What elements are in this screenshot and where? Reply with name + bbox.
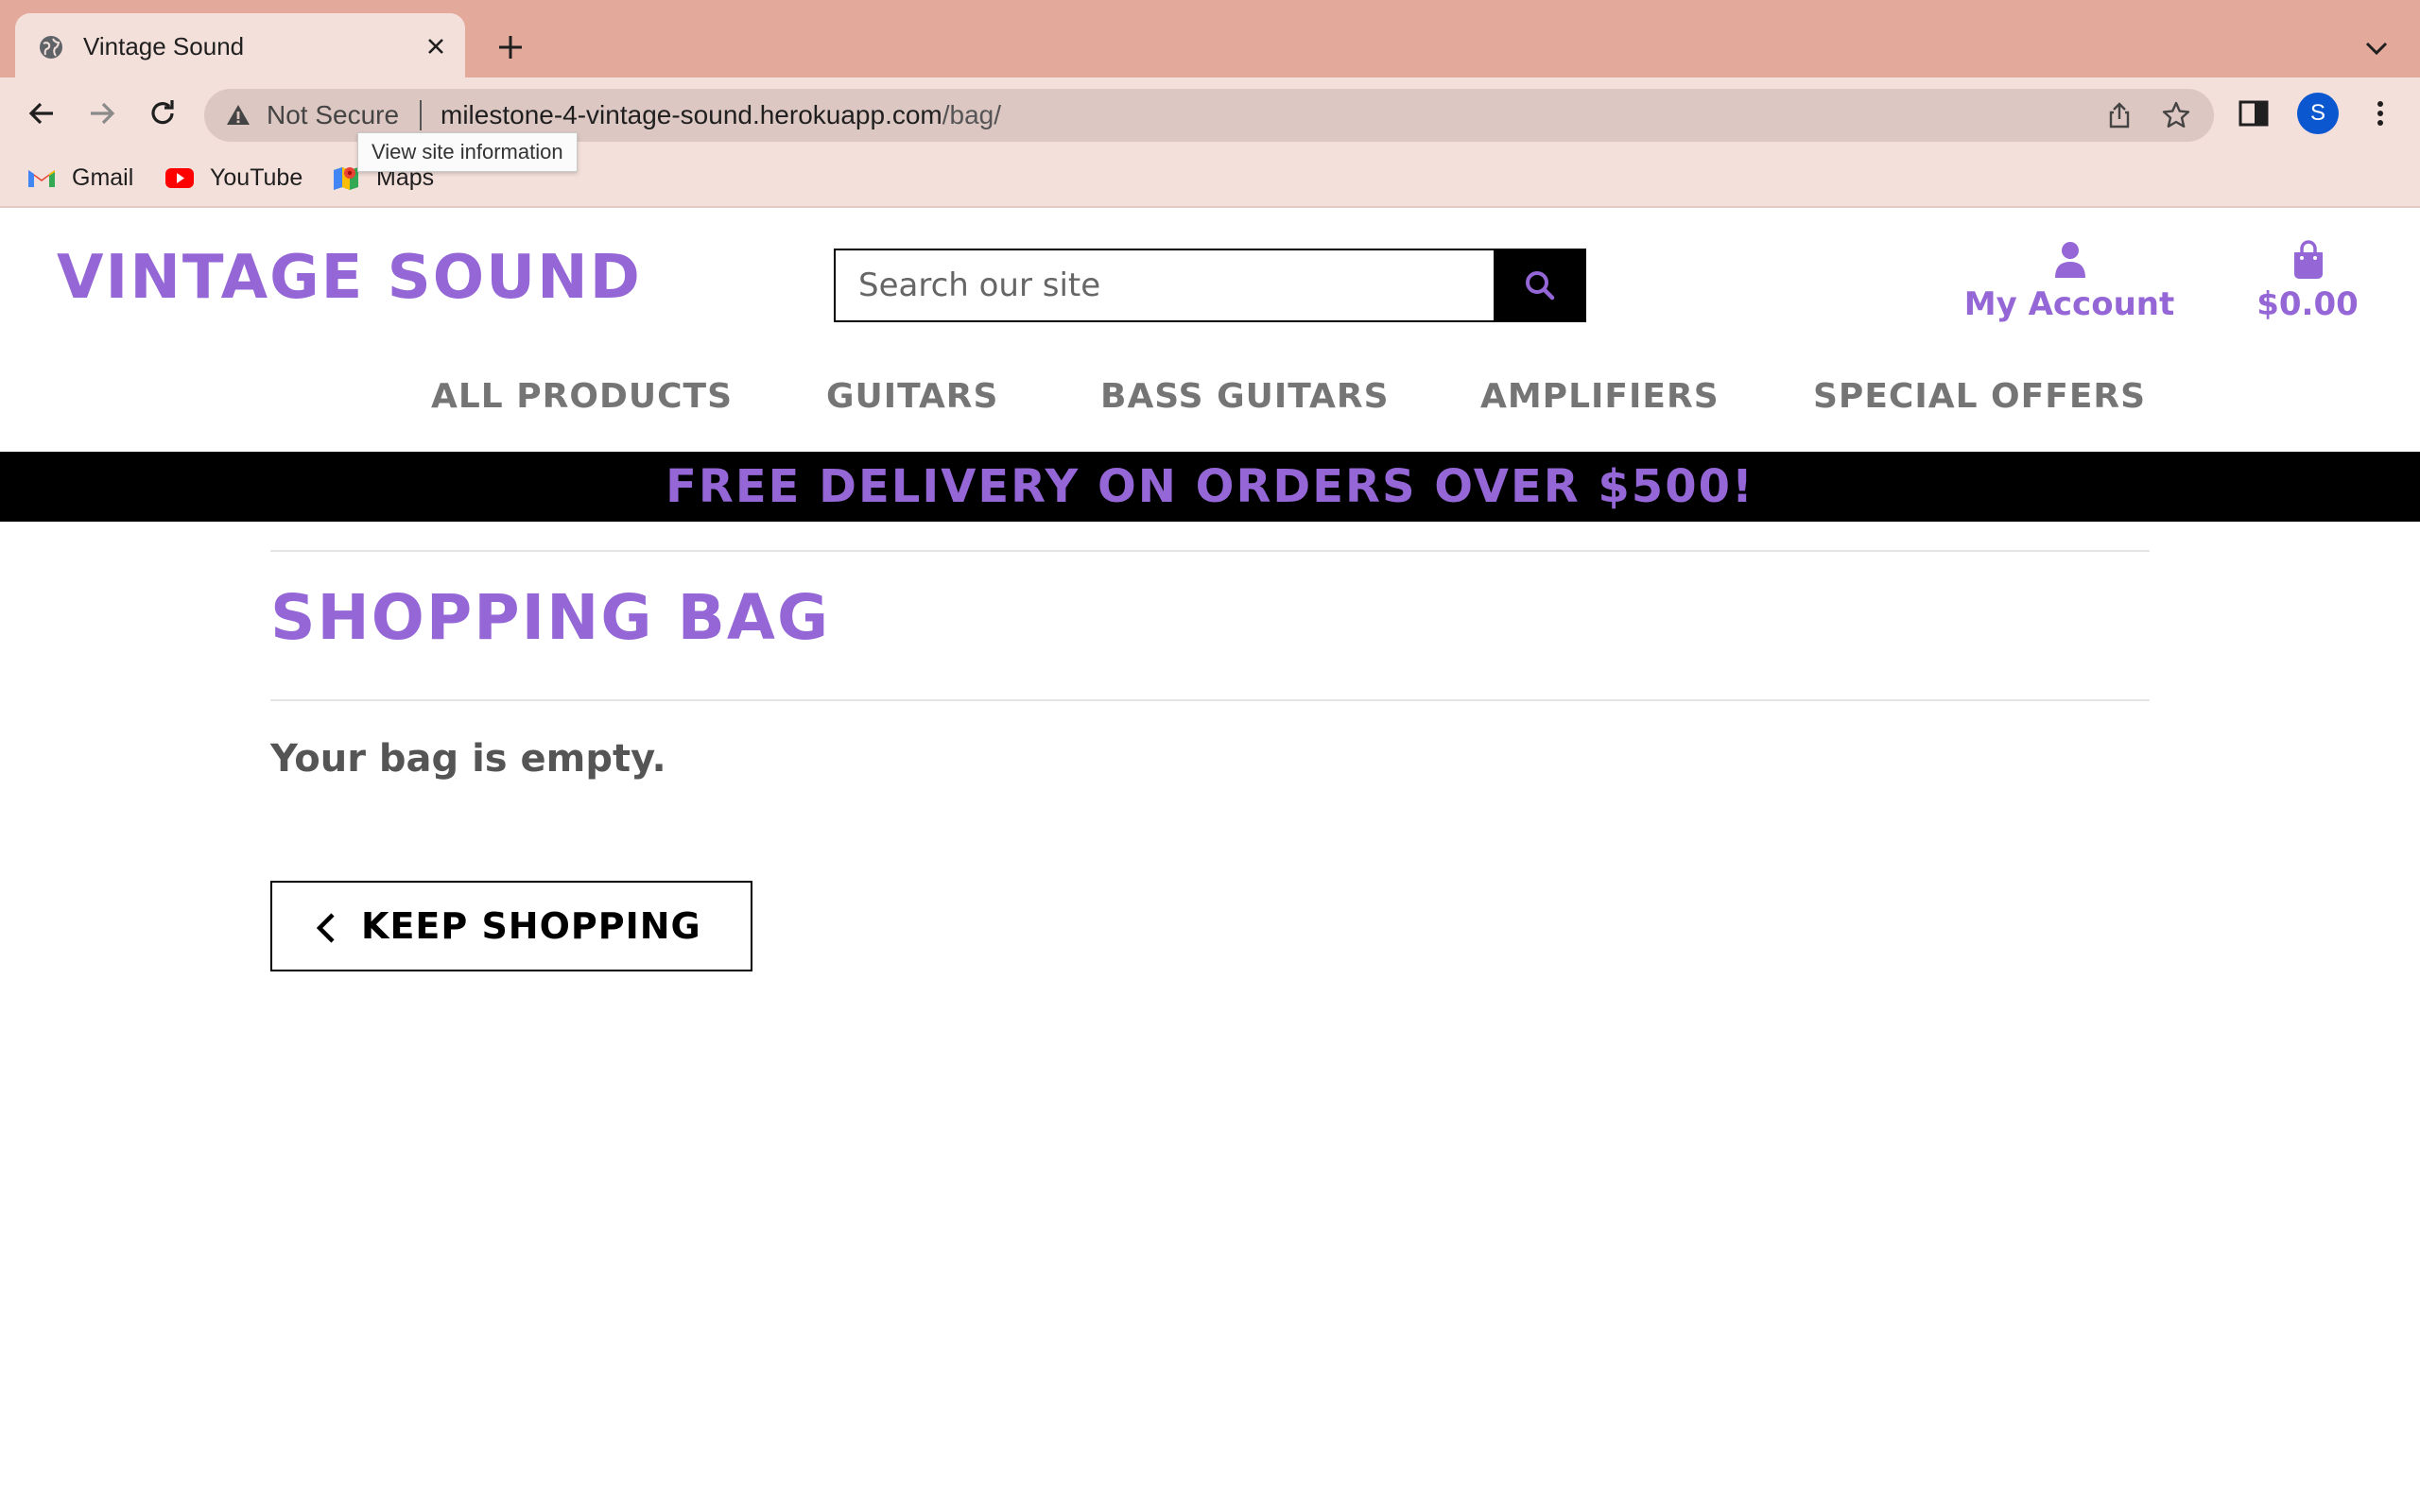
banner-text: FREE DELIVERY ON ORDERS OVER $500!: [666, 460, 1754, 513]
tab-title: Vintage Sound: [83, 32, 245, 60]
reload-icon[interactable]: [144, 94, 182, 132]
search-input[interactable]: [836, 250, 1494, 320]
search-icon: [1526, 271, 1555, 301]
globe-icon: [40, 36, 62, 59]
browser-tab-bar: Vintage Sound: [0, 0, 2420, 77]
warning-icon[interactable]: [225, 102, 251, 129]
new-tab-icon[interactable]: [493, 30, 527, 64]
nav-bass-guitars[interactable]: BASS GUITARS: [1100, 369, 1390, 425]
keep-shopping-button[interactable]: KEEP SHOPPING: [270, 881, 752, 971]
chevron-left-icon: [316, 913, 335, 943]
user-icon: [2055, 242, 2085, 278]
side-panel-icon[interactable]: [2237, 96, 2271, 130]
forward-arrow-icon[interactable]: [83, 94, 121, 132]
shopping-bag-link[interactable]: $0.00: [2246, 240, 2369, 325]
page-title: SHOPPING BAG: [270, 581, 831, 654]
youtube-icon: [165, 168, 194, 188]
keep-shopping-label: KEEP SHOPPING: [361, 905, 701, 947]
omnibox-divider: [420, 100, 422, 130]
search-button[interactable]: [1494, 250, 1586, 320]
back-arrow-icon[interactable]: [23, 94, 60, 132]
gmail-icon: [28, 170, 55, 187]
bookmark-gmail[interactable]: Gmail: [26, 161, 149, 195]
more-menu-icon[interactable]: [2363, 96, 2397, 130]
site-logo[interactable]: VINTAGE SOUND: [57, 240, 642, 316]
chevron-down-icon[interactable]: [2360, 34, 2394, 62]
site-search: [834, 249, 1586, 322]
url-path: /bag/: [942, 100, 1002, 129]
site-info-tooltip: View site information: [357, 132, 578, 172]
browser-tab[interactable]: Vintage Sound: [15, 13, 465, 77]
url-host: milestone-4-vintage-sound.herokuapp.com: [441, 100, 942, 129]
bag-total: $0.00: [2256, 285, 2359, 323]
my-account-link[interactable]: My Account: [1961, 240, 2178, 325]
profile-avatar[interactable]: S: [2297, 93, 2339, 134]
shopping-bag-icon: [2294, 240, 2323, 279]
title-divider: [270, 699, 2150, 701]
nav-guitars[interactable]: GUITARS: [826, 369, 998, 425]
delivery-banner: FREE DELIVERY ON ORDERS OVER $500!: [0, 452, 2420, 522]
nav-special-offers[interactable]: SPECIAL OFFERS: [1813, 369, 2146, 425]
security-label[interactable]: Not Secure: [267, 98, 399, 132]
url-text[interactable]: milestone-4-vintage-sound.herokuapp.com/…: [441, 98, 1001, 132]
top-divider: [270, 550, 2150, 552]
nav-all-products[interactable]: ALL PRODUCTS: [431, 369, 733, 425]
empty-bag-message: Your bag is empty.: [270, 737, 666, 781]
star-icon[interactable]: [2161, 100, 2191, 130]
main-nav: ALL PRODUCTS GUITARS BASS GUITARS AMPLIF…: [0, 369, 2420, 425]
bookmark-youtube[interactable]: YouTube: [164, 161, 316, 195]
bookmark-label: YouTube: [210, 164, 303, 191]
nav-amplifiers[interactable]: AMPLIFIERS: [1480, 369, 1720, 425]
share-icon[interactable]: [2104, 100, 2135, 130]
bookmark-label: Gmail: [72, 164, 134, 191]
my-account-label: My Account: [1963, 285, 2175, 323]
close-icon[interactable]: [422, 32, 450, 60]
